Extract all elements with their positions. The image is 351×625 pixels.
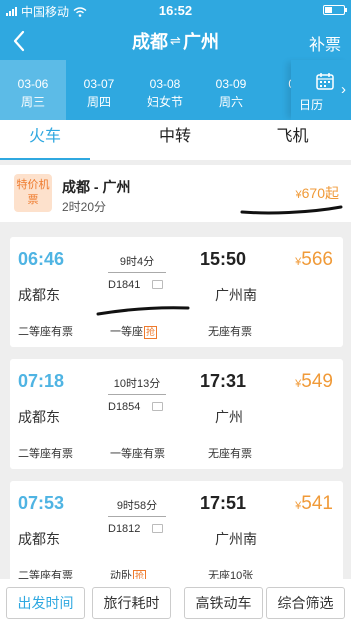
arrival-station: 广州南 bbox=[215, 531, 257, 547]
nav-bar: 成都 ⇌ 广州 补票 bbox=[0, 22, 351, 60]
destination-city: 广州 bbox=[182, 32, 219, 52]
seat-availability: 一等座有票 bbox=[110, 448, 165, 460]
calendar-button[interactable]: 日历 › bbox=[291, 60, 351, 120]
tab-train[interactable]: 火车 bbox=[0, 120, 90, 160]
ticket-price: ¥541 bbox=[295, 493, 333, 514]
flight-offer[interactable]: 特价机票 成都 - 广州 2时20分 ¥670起 bbox=[0, 165, 351, 222]
ticket-price: ¥549 bbox=[295, 371, 333, 392]
header: 中国移动 16:52 成都 ⇌ 广州 补票 03-06 周三 03-07 周四 03… bbox=[0, 0, 351, 125]
filter-departure-time-button[interactable]: 出发时间 bbox=[6, 587, 85, 619]
date-item[interactable]: 03-08 妇女节 bbox=[132, 60, 198, 120]
departure-station: 成都东 bbox=[18, 287, 60, 303]
flight-route: 成都 - 广州 bbox=[62, 179, 131, 195]
timetable-icon[interactable] bbox=[152, 280, 163, 289]
date-item[interactable]: 03-07 周四 bbox=[66, 60, 132, 120]
travel-duration: 9时4分 bbox=[108, 253, 166, 273]
departure-time: 07:53 bbox=[18, 493, 65, 513]
buy-ticket-button[interactable]: 补票 bbox=[309, 31, 341, 55]
seat-availability: 一等座抢 bbox=[110, 326, 158, 339]
arrival-station: 广州 bbox=[215, 409, 243, 425]
chevron-right-icon: › bbox=[341, 81, 346, 98]
special-flight-badge: 特价机票 bbox=[14, 174, 52, 212]
seat-availability: 无座有票 bbox=[208, 326, 252, 338]
travel-duration: 10时13分 bbox=[108, 375, 166, 395]
seat-availability: 二等座有票 bbox=[18, 448, 73, 460]
train-card[interactable]: 07:18 10时13分 17:31 ¥549 D1854 成都东 广州 二等座… bbox=[10, 359, 343, 469]
departure-time: 07:18 bbox=[18, 371, 65, 391]
departure-station: 成都东 bbox=[18, 531, 60, 547]
train-number: D1841 bbox=[108, 279, 141, 291]
calendar-icon bbox=[316, 73, 334, 90]
departure-station: 成都东 bbox=[18, 409, 60, 425]
date-item[interactable]: 03-06 周三 bbox=[0, 60, 66, 120]
filter-comprehensive-button[interactable]: 综合筛选 bbox=[266, 587, 345, 619]
arrival-station: 广州南 bbox=[215, 287, 257, 303]
date-selector: 03-06周三 03-07周四 03-08妇女节 03-09周六 03-周 日历… bbox=[0, 60, 351, 120]
origin-city: 成都 bbox=[132, 32, 169, 52]
filter-high-speed-button[interactable]: 高铁动车 bbox=[184, 587, 263, 619]
page-title: 成都 ⇌ 广州 bbox=[0, 28, 351, 54]
arrival-time: 15:50 bbox=[200, 249, 247, 269]
travel-duration: 9时58分 bbox=[108, 497, 166, 517]
tab-flight[interactable]: 飞机 bbox=[245, 120, 340, 160]
tab-transfer[interactable]: 中转 bbox=[125, 120, 225, 160]
calendar-label: 日历 bbox=[299, 98, 324, 112]
train-card[interactable]: 07:53 9时58分 17:51 ¥541 D1812 成都东 广州南 二等座… bbox=[10, 481, 343, 591]
clock: 16:52 bbox=[158, 3, 193, 18]
train-card[interactable]: 06:46 9时4分 15:50 ¥566 D1841 成都东 广州南 二等座有… bbox=[10, 237, 343, 347]
train-number: D1812 bbox=[108, 523, 141, 535]
transport-tabs: 火车 中转 飞机 bbox=[0, 120, 351, 160]
timetable-icon[interactable] bbox=[152, 402, 163, 411]
filter-travel-duration-button[interactable]: 旅行耗时 bbox=[92, 587, 171, 619]
flight-price: ¥670起 bbox=[295, 185, 339, 201]
battery-icon bbox=[323, 5, 347, 15]
arrival-time: 17:51 bbox=[200, 493, 247, 513]
grab-ticket-badge[interactable]: 抢 bbox=[144, 326, 158, 339]
seat-availability: 二等座有票 bbox=[18, 326, 73, 338]
swap-icon[interactable]: ⇌ bbox=[170, 33, 181, 49]
seat-availability: 无座有票 bbox=[208, 448, 252, 460]
ticket-price: ¥566 bbox=[295, 249, 333, 270]
departure-time: 06:46 bbox=[18, 249, 65, 269]
tab-underline bbox=[0, 158, 90, 160]
filter-bar: 出发时间 旅行耗时 高铁动车 综合筛选 bbox=[0, 579, 351, 625]
status-bar: 中国移动 16:52 bbox=[0, 0, 351, 20]
flight-duration: 2时20分 bbox=[62, 200, 107, 214]
train-number: D1854 bbox=[108, 401, 141, 413]
arrival-time: 17:31 bbox=[200, 371, 247, 391]
timetable-icon[interactable] bbox=[152, 524, 163, 533]
date-item[interactable]: 03-09 周六 bbox=[198, 60, 264, 120]
